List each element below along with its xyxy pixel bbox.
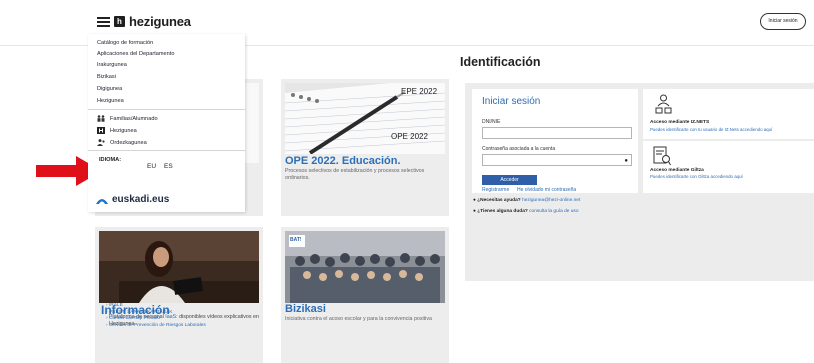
menu-item-hezigunea-app[interactable]: Hezigunea bbox=[97, 127, 137, 134]
brand-name: hezigunea bbox=[129, 14, 191, 29]
bizikasi-group-photo-image bbox=[285, 231, 445, 303]
id-card-icon bbox=[653, 146, 671, 166]
card-informacion[interactable]: Información Plataforma de personal IaaS:… bbox=[95, 227, 263, 363]
dni-input[interactable] bbox=[482, 127, 632, 139]
login-panel: Iniciar sesión DNI/NIE Contraseña asocia… bbox=[465, 83, 814, 281]
ope-image-text-bottom: OPE 2022 bbox=[391, 132, 428, 141]
menu-item-irakurgunea[interactable]: Irakurgunea bbox=[97, 62, 127, 68]
menu-item-hezigunea[interactable]: Hezigunea bbox=[97, 98, 124, 104]
giltza-link[interactable]: Puedes identificarte con Giltza accedien… bbox=[650, 174, 743, 179]
dni-label: DNI/NIE bbox=[482, 119, 501, 125]
card-bizikasi-title[interactable]: Bizikasi bbox=[285, 303, 326, 315]
submit-button[interactable]: Acceder bbox=[482, 175, 537, 185]
menu-item-digigunea[interactable]: Digigunea bbox=[97, 86, 122, 92]
help-contact-email-link[interactable]: hezigunea@hezi-online.net bbox=[522, 198, 580, 203]
izenets-title: Acceso mediante IZ.NETS bbox=[650, 120, 710, 125]
register-link[interactable]: Registrarme bbox=[482, 187, 509, 193]
giltza-title: Acceso mediante Giltza bbox=[650, 168, 704, 173]
login-button[interactable]: Iniciar sesión bbox=[760, 13, 806, 30]
card-ope-description: Procesos selectivos de estabilización y … bbox=[285, 168, 425, 181]
card-ope[interactable]: EPE 2022 OPE 2022 OPE 2022. Educación. P… bbox=[281, 79, 449, 216]
login-form: Iniciar sesión DNI/NIE Contraseña asocia… bbox=[472, 89, 638, 193]
language-label: IDIOMA: bbox=[99, 157, 122, 163]
menu-item-catalogo[interactable]: Catálogo de formación bbox=[97, 40, 153, 46]
navigation-menu: Catálogo de formación Aplicaciones del D… bbox=[88, 34, 245, 212]
euskadi-logo[interactable]: euskadi.eus bbox=[95, 194, 169, 205]
people-icon bbox=[97, 139, 105, 146]
h-logo-icon bbox=[97, 127, 105, 134]
help-line-contact: ● ¿Necesitas ayuda? hezigunea@hezi-onlin… bbox=[473, 198, 580, 203]
menu-divider bbox=[88, 150, 245, 151]
help-contact-label: ¿Necesitas ayuda? bbox=[477, 198, 521, 203]
menu-item-label: Hezigunea bbox=[110, 127, 137, 134]
menu-item-aplicaciones[interactable]: Aplicaciones del Departamento bbox=[97, 51, 174, 57]
language-es-link[interactable]: ES bbox=[164, 163, 173, 170]
info-icon: ● bbox=[473, 209, 476, 214]
izenets-link[interactable]: Puedes identificarte con tu usuario de I… bbox=[650, 127, 772, 132]
card-bizikasi[interactable]: BAT! Bizikasi Iniciativa contra el acoso… bbox=[281, 227, 449, 363]
password-input[interactable]: ● bbox=[482, 154, 632, 166]
show-password-eye-icon[interactable]: ● bbox=[624, 158, 628, 164]
card-bizikasi-description: Iniciativa contra el acoso escolar y par… bbox=[285, 316, 432, 322]
menu-divider bbox=[88, 109, 245, 110]
giltza-access-box[interactable]: Acceso mediante Giltza Puedes identifica… bbox=[643, 141, 814, 193]
language-eu-link[interactable]: EU bbox=[147, 163, 156, 170]
help-guide-label: ¿Tienes alguna duda? bbox=[477, 209, 528, 214]
login-title: Iniciar sesión bbox=[482, 96, 541, 107]
izenets-access-box[interactable]: Acceso mediante IZ.NETS Puedes identific… bbox=[643, 89, 814, 139]
network-users-icon bbox=[655, 94, 672, 114]
card-ope-title[interactable]: OPE 2022. Educación. bbox=[285, 155, 401, 167]
menu-item-label: Ordezkagunea bbox=[110, 139, 147, 146]
ope-image-text-top: EPE 2022 bbox=[401, 87, 438, 96]
menu-item-bizikasi[interactable]: Bizikasi bbox=[97, 74, 116, 80]
brand[interactable]: h hezigunea bbox=[97, 14, 191, 29]
help-line-guide: ● ¿Tienes alguna duda? consulta la guía … bbox=[473, 209, 579, 214]
info-icon: ● bbox=[473, 198, 476, 203]
euskadi-logo-text: euskadi.eus bbox=[112, 194, 170, 205]
informacion-photo-image bbox=[99, 231, 259, 303]
family-icon bbox=[97, 115, 105, 122]
hezigunea-logo-icon: h bbox=[114, 16, 125, 27]
bat-badge: BAT! bbox=[290, 237, 302, 243]
informacion-links-list: › IRALE › PREST. SARA ELKARTARAK › Curso… bbox=[106, 303, 206, 329]
hamburger-menu-icon[interactable] bbox=[97, 16, 110, 27]
password-label: Contraseña asociada a la cuenta bbox=[482, 146, 556, 152]
page-title: Identificación bbox=[460, 55, 541, 69]
euskadi-arc-icon bbox=[96, 198, 108, 204]
menu-item-label: Familias/Alumnado bbox=[110, 115, 158, 122]
list-item[interactable]: › Servicio de Prevención de Riesgos Labo… bbox=[106, 323, 206, 330]
help-guide-link[interactable]: consulta la guía de uso bbox=[529, 209, 578, 214]
forgot-password-link[interactable]: He olvidado mi contraseña bbox=[517, 187, 576, 193]
menu-item-ordezkagunea[interactable]: Ordezkagunea bbox=[97, 139, 147, 146]
menu-item-familias[interactable]: Familias/Alumnado bbox=[97, 115, 158, 122]
